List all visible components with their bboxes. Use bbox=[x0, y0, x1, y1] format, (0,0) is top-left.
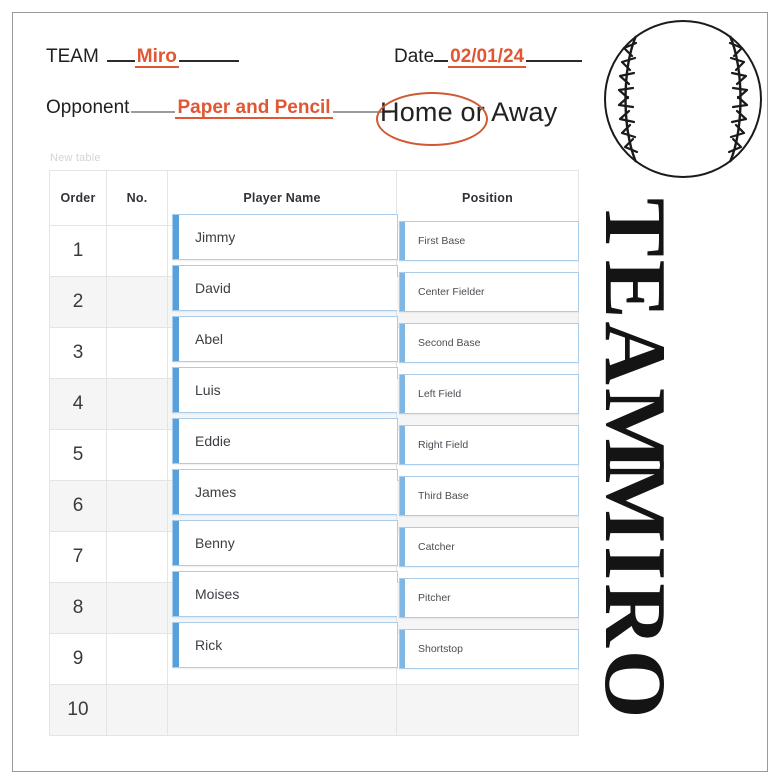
position-text: Center Fielder bbox=[418, 286, 485, 298]
cell-number[interactable] bbox=[106, 327, 168, 379]
team-value[interactable]: Miro bbox=[134, 47, 179, 68]
cell-position[interactable]: Right Field bbox=[396, 425, 579, 481]
cell-number[interactable] bbox=[106, 582, 168, 634]
cell-position[interactable]: Pitcher bbox=[396, 578, 579, 634]
player-name-text: Moises bbox=[195, 586, 240, 602]
player-name-card[interactable]: Benny bbox=[172, 520, 398, 566]
player-name-text: Abel bbox=[195, 331, 224, 347]
date-blank-right bbox=[526, 41, 583, 62]
cell-position[interactable]: Shortstop bbox=[396, 629, 579, 685]
cell-number[interactable] bbox=[106, 276, 168, 328]
cell-order: 6 bbox=[49, 480, 107, 532]
opponent-field-row: Opponent Paper and Pencil bbox=[46, 92, 391, 119]
position-text: Second Base bbox=[418, 337, 481, 349]
player-name-text: James bbox=[195, 484, 237, 500]
cell-number[interactable] bbox=[106, 684, 168, 736]
position-text: Shortstop bbox=[418, 643, 463, 655]
position-text: Pitcher bbox=[418, 592, 451, 604]
player-name-card[interactable]: Jimmy bbox=[172, 214, 398, 260]
position-card[interactable]: Pitcher bbox=[399, 578, 579, 618]
position-text: Third Base bbox=[418, 490, 469, 502]
table-row[interactable]: 10 bbox=[49, 684, 579, 736]
cell-number[interactable] bbox=[106, 480, 168, 532]
cell-number[interactable] bbox=[106, 429, 168, 481]
cell-order: 1 bbox=[49, 225, 107, 277]
player-name-card[interactable]: Moises bbox=[172, 571, 398, 617]
position-card[interactable]: Left Field bbox=[399, 374, 579, 414]
cell-position[interactable]: Second Base bbox=[396, 323, 579, 379]
date-label: Date bbox=[394, 46, 435, 67]
player-name-text: Jimmy bbox=[195, 229, 236, 245]
player-name-text: Luis bbox=[195, 382, 221, 398]
player-name-card[interactable]: Abel bbox=[172, 316, 398, 362]
cell-position[interactable]: Catcher bbox=[396, 527, 579, 583]
player-name-card[interactable]: Luis bbox=[172, 367, 398, 413]
cell-order: 3 bbox=[49, 327, 107, 379]
position-text: Right Field bbox=[418, 439, 469, 451]
team-field-row: TEAM Miro bbox=[46, 41, 239, 68]
player-name-card[interactable]: Rick bbox=[172, 622, 398, 668]
player-name-text: Eddie bbox=[195, 433, 231, 449]
position-card[interactable]: Third Base bbox=[399, 476, 579, 516]
cell-order: 10 bbox=[49, 684, 107, 736]
column-header-no[interactable]: No. bbox=[106, 170, 168, 226]
player-name-text: Rick bbox=[195, 637, 223, 653]
cell-player-name[interactable]: Rick bbox=[167, 622, 398, 685]
cell-number[interactable] bbox=[106, 378, 168, 430]
cell-position[interactable]: First Base bbox=[396, 221, 579, 277]
position-card[interactable]: Shortstop bbox=[399, 629, 579, 669]
cell-order: 2 bbox=[49, 276, 107, 328]
baseball-icon bbox=[604, 20, 762, 178]
lineup-table: Order No. Player Name Position 1 Jimmy Fir… bbox=[49, 170, 579, 736]
cell-position[interactable]: Left Field bbox=[396, 374, 579, 430]
position-text: First Base bbox=[418, 235, 466, 247]
position-card[interactable]: Center Fielder bbox=[399, 272, 579, 312]
column-header-position[interactable]: Position bbox=[396, 170, 579, 226]
date-value[interactable]: 02/01/24 bbox=[448, 47, 527, 68]
team-blank-right bbox=[178, 41, 239, 62]
player-name-card[interactable]: Eddie bbox=[172, 418, 398, 464]
cell-order: 8 bbox=[49, 582, 107, 634]
opponent-label: Opponent bbox=[46, 97, 130, 118]
cell-order: 5 bbox=[49, 429, 107, 481]
opponent-blank-left bbox=[131, 92, 176, 113]
table-caption: New table bbox=[50, 152, 101, 164]
column-header-order[interactable]: Order bbox=[49, 170, 107, 226]
team-blank-left bbox=[106, 41, 135, 62]
cell-order: 9 bbox=[49, 633, 107, 685]
table-body: 1 Jimmy First Base 2 David Center Fielder 3 Abe… bbox=[49, 214, 579, 736]
cell-order: 4 bbox=[49, 378, 107, 430]
player-name-text: Benny bbox=[195, 535, 235, 551]
position-text: Catcher bbox=[418, 541, 455, 553]
cell-position[interactable]: Third Base bbox=[396, 476, 579, 532]
team-label: TEAM bbox=[46, 46, 99, 67]
player-name-text: David bbox=[195, 280, 231, 296]
cell-number[interactable] bbox=[106, 531, 168, 583]
cell-order: 7 bbox=[49, 531, 107, 583]
player-name-card[interactable]: James bbox=[172, 469, 398, 515]
date-field-row: Date 02/01/24 bbox=[394, 41, 583, 68]
cell-position[interactable] bbox=[396, 684, 579, 736]
position-text: Left Field bbox=[418, 388, 462, 400]
table-row[interactable]: 9 Rick Shortstop bbox=[49, 622, 579, 685]
cell-player-name[interactable] bbox=[167, 684, 397, 736]
cell-number[interactable] bbox=[106, 225, 168, 277]
opponent-value[interactable]: Paper and Pencil bbox=[175, 98, 333, 119]
position-card[interactable]: Catcher bbox=[399, 527, 579, 567]
position-card[interactable]: First Base bbox=[399, 221, 579, 261]
position-card[interactable]: Right Field bbox=[399, 425, 579, 465]
home-or-away-text[interactable]: Home or Away bbox=[380, 97, 557, 128]
cell-number[interactable] bbox=[106, 633, 168, 685]
position-card[interactable]: Second Base bbox=[399, 323, 579, 363]
player-name-card[interactable]: David bbox=[172, 265, 398, 311]
cell-position[interactable]: Center Fielder bbox=[396, 272, 579, 328]
date-blank-left bbox=[434, 41, 449, 62]
